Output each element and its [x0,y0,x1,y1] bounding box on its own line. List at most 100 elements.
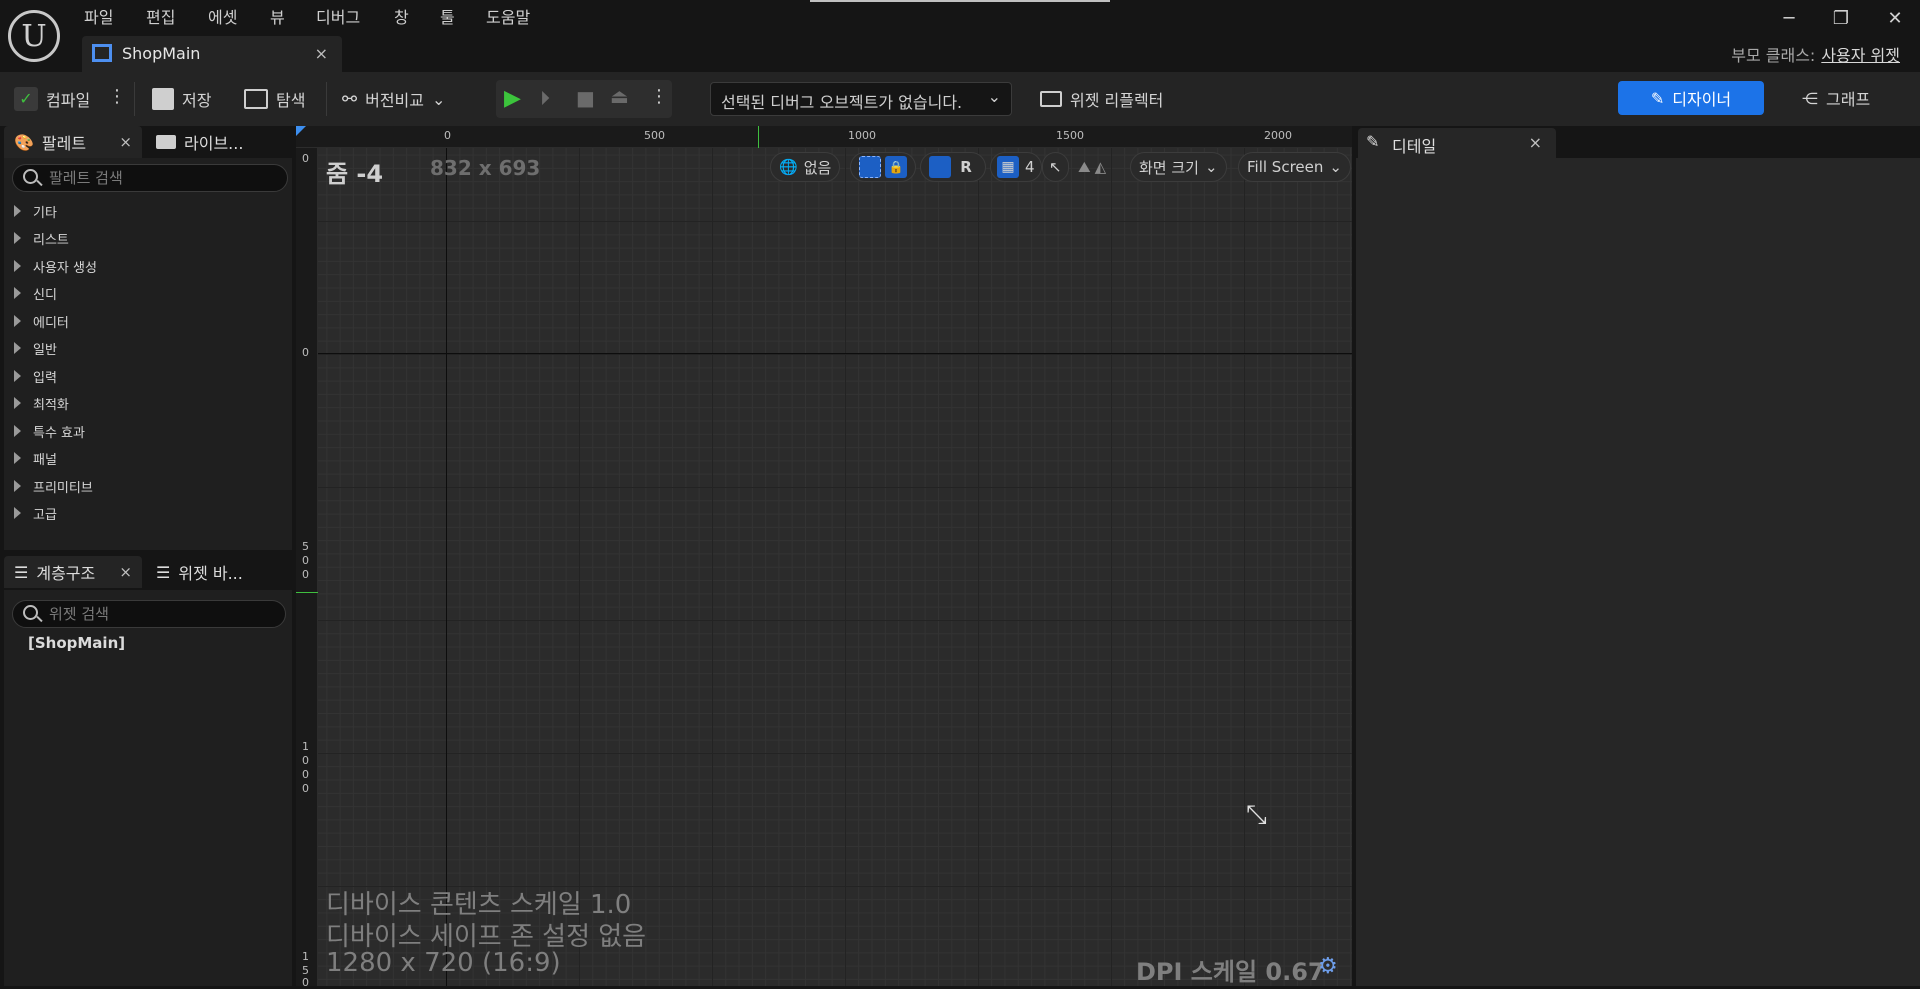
palette-category[interactable]: 특수 효과 [10,418,290,444]
grid-snap-pill[interactable]: ▦ 4 [990,152,1042,182]
ruler-cursor-marker [296,592,318,593]
menu-window[interactable]: 창 [394,4,409,28]
palette-category[interactable]: 에디터 [10,308,290,334]
main-toolbar: ✓ 컴파일 ⋮ 저장 탐색 ⚯ 버전비교 ⌄ ▶ ⏵ ■ ⏏ ⋮ 선택된 디버그… [0,72,1920,126]
hierarchy-root-item[interactable]: [ShopMain] [28,634,125,652]
play-controls: ▶ ⏵ ■ ⏏ ⋮ [496,80,672,118]
palette-category[interactable]: 입력 [10,363,290,389]
palette-panel: 기타 리스트 사용자 생성 신디 에디터 일반 입력 최적화 특수 효과 패널 … [4,158,292,550]
save-disk-icon [152,88,174,110]
toolbar-separator [134,82,135,116]
unreal-logo-icon[interactable]: U [8,10,60,62]
ruler-tick: 0 [302,554,309,567]
close-details-button[interactable]: × [1529,133,1542,152]
expand-arrow-icon [14,205,21,217]
diff-button[interactable]: ⚯ 버전비교 ⌄ [342,80,445,118]
play-icon[interactable]: ▶ [504,86,521,111]
document-tab-shopmain[interactable]: ShopMain × [82,36,342,72]
grid-snap-value[interactable]: 4 [1025,158,1035,176]
save-button[interactable]: 저장 [152,80,211,118]
restore-button[interactable]: ❐ [1828,8,1854,29]
flip-icon[interactable]: ◭ [1095,158,1107,176]
palette-search-input[interactable] [47,168,267,188]
respect-locks-button[interactable]: R [955,158,977,176]
menu-edit[interactable]: 편집 [146,4,175,28]
palette-category[interactable]: 리스트 [10,225,290,251]
details-panel [1356,126,1920,986]
image-icon[interactable]: ⛰ [1078,158,1091,176]
dpi-settings-gear-icon[interactable]: ⚙ [1318,954,1338,979]
canvas-x-axis [318,353,1352,354]
menu-view[interactable]: 뷰 [270,4,285,28]
palette-category[interactable]: 패널 [10,445,290,471]
palette-category[interactable]: 일반 [10,335,290,361]
eject-icon[interactable]: ⏏ [610,84,629,108]
debug-object-select[interactable]: 선택된 디버그 오브젝트가 없습니다. ⌄ [710,82,1012,116]
fill-mode-dropdown[interactable]: Fill Screen ⌄ [1238,152,1351,182]
expand-arrow-icon [14,480,21,492]
minimize-button[interactable]: ─ [1776,8,1802,29]
compile-label: 컴파일 [46,91,91,110]
folder-icon [156,135,176,149]
cursor-icon[interactable]: ↖ [1049,158,1062,176]
stop-icon[interactable]: ■ [576,86,595,110]
tab-palette[interactable]: 🎨 팔레트 × [4,126,142,158]
menu-tools[interactable]: 툴 [440,4,455,28]
cursor-pill[interactable]: ↖ [1042,152,1069,182]
palette-category[interactable]: 사용자 생성 [10,253,290,279]
compile-options-icon[interactable]: ⋮ [108,86,126,107]
step-icon[interactable]: ⏵ [540,86,550,110]
close-palette-button[interactable]: × [119,133,132,151]
layout-toggle-icon[interactable] [929,156,951,178]
palette-category[interactable]: 기타 [10,198,290,224]
expand-arrow-icon [14,315,21,327]
bindings-list-icon: ☰ [156,562,171,582]
parent-class-link[interactable]: 사용자 위젯 [1821,46,1900,65]
screen-size-dropdown[interactable]: 화면 크기 ⌄ [1130,152,1227,182]
tab-hierarchy[interactable]: ☰ 계층구조 × [4,556,142,588]
dpi-scale: DPI 스케일 0.67 [1136,958,1325,986]
menu-asset[interactable]: 에셋 [208,4,237,28]
palette-category[interactable]: 신디 [10,280,290,306]
marquee-select-icon[interactable] [859,156,881,178]
compile-button[interactable]: ✓ 컴파일 [14,80,90,118]
palette-category[interactable]: 최적화 [10,390,290,416]
selection-lock-pill[interactable]: 🔒 [850,152,916,182]
menu-file[interactable]: 파일 [84,4,113,28]
world-preview-pill[interactable]: 🌐 없음 [770,152,841,182]
lock-icon[interactable]: 🔒 [885,156,907,178]
hierarchy-tab-label: 계층구조 [36,564,96,583]
tab-library[interactable]: 라이브... [146,126,292,158]
ruler-tick: 1 [302,740,309,753]
menu-debug[interactable]: 디버그 [316,4,360,28]
menu-help[interactable]: 도움말 [486,4,530,28]
ruler-tick: 0 [302,152,309,165]
designer-mode-button[interactable]: ✎ 디자이너 [1618,81,1764,115]
hierarchy-search[interactable] [12,600,286,628]
play-options-icon[interactable]: ⋮ [650,86,668,107]
tab-details[interactable]: ✎ 디테일 × [1358,128,1556,158]
graph-mode-button[interactable]: ⋲ 그래프 [1802,81,1870,115]
layout-pill[interactable]: R [920,152,986,182]
canvas-grid[interactable] [318,148,1352,986]
widget-reflector-button[interactable]: 위젯 리플렉터 [1040,80,1163,118]
zoom-level: 줌 -4 [326,160,384,188]
library-tab-label: 라이브... [184,134,244,153]
close-window-button[interactable]: ✕ [1882,8,1908,29]
palette-category[interactable]: 프리미티브 [10,473,290,499]
ruler-tick: 1000 [848,129,876,142]
world-value: 없음 [803,158,832,177]
hierarchy-search-input[interactable] [47,604,267,624]
palette-search[interactable] [12,164,288,192]
close-hierarchy-button[interactable]: × [119,563,132,581]
resize-arrows-icon[interactable]: ⤡ [1246,800,1267,831]
toolbar-separator [326,82,327,116]
hierarchy-list-icon: ☰ [14,562,29,582]
drag-handle[interactable] [810,0,1110,2]
grid-icon[interactable]: ▦ [997,156,1019,178]
palette-category[interactable]: 고급 [10,500,290,526]
browse-button[interactable]: 탐색 [244,80,305,118]
close-tab-button[interactable]: × [315,44,328,63]
ruler-tick: 1500 [1056,129,1084,142]
tab-bindings[interactable]: ☰ 위젯 바... [146,556,292,588]
